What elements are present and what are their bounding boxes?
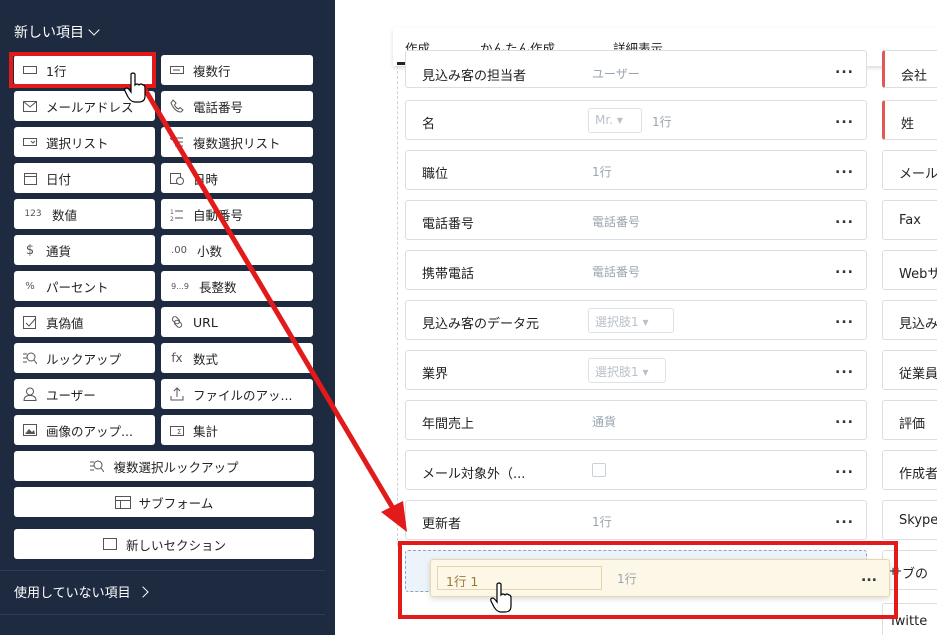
hand-cursor-icon — [490, 582, 512, 613]
hand-cursor-icon — [124, 72, 146, 103]
